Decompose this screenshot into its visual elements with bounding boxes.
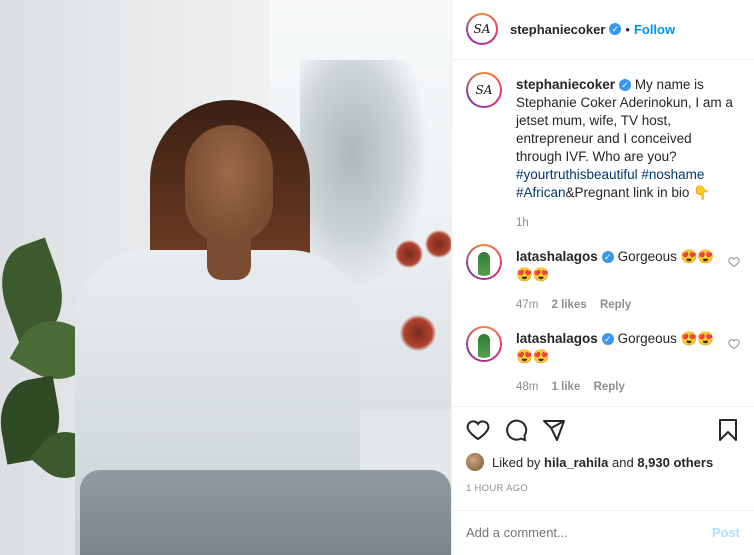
comment-row: latashalagos ✓ Gorgeous 😍😍😍😍 48m 1 like R… — [466, 325, 740, 396]
commenter-avatar[interactable] — [466, 243, 502, 280]
author-username[interactable]: stephaniecoker — [510, 22, 605, 37]
liker-avatar[interactable] — [466, 453, 484, 472]
instagram-post: SA stephaniecoker ✓ • Follow SA stephani… — [0, 0, 754, 555]
header-separator: • — [625, 21, 630, 37]
commenter-avatar[interactable] — [466, 325, 502, 362]
caption-meta: 1h — [516, 214, 740, 232]
comment-time[interactable]: 48m — [516, 381, 538, 393]
post-side-panel: SA stephaniecoker ✓ • Follow SA stephani… — [451, 0, 754, 555]
liked-by-count[interactable]: 8,930 others — [637, 455, 713, 470]
bookmark-icon[interactable] — [716, 418, 740, 442]
caption-avatar-initials: SA — [468, 73, 500, 106]
comment-meta: 48m 1 like Reply — [516, 378, 728, 396]
likes-summary: Liked by hila_rahila and 8,930 others — [466, 453, 740, 472]
post-timestamp[interactable]: 1 HOUR AGO — [466, 483, 740, 494]
comment-like-heart-icon[interactable] — [728, 338, 740, 350]
comment-body: latashalagos ✓ Gorgeous 😍😍😍😍 47m 2 likes … — [516, 248, 728, 314]
verified-icon: ✓ — [609, 23, 622, 36]
share-send-icon[interactable] — [542, 418, 566, 442]
flower — [425, 230, 451, 258]
verified-icon: ✓ — [619, 78, 632, 91]
comment-likes[interactable]: 2 likes — [552, 299, 587, 311]
comment-time[interactable]: 47m — [516, 299, 538, 311]
comment-row: latashalagos ✓ Gorgeous 😍😍😍😍 47m 2 likes … — [466, 243, 740, 314]
caption: SA stephaniecoker ✓ My name is Stephanie … — [466, 71, 740, 232]
author-avatar-initials: SA — [468, 15, 496, 44]
comment-meta: 47m 2 likes Reply — [516, 296, 728, 314]
post-header: SA stephaniecoker ✓ • Follow — [452, 0, 754, 60]
caption-body: stephaniecoker ✓ My name is Stephanie Cok… — [516, 76, 740, 232]
hashtag-link[interactable]: #noshame — [641, 167, 704, 182]
flower — [400, 315, 436, 351]
hashtag-link[interactable]: #yourtruthisbeautiful — [516, 167, 638, 182]
commenter-avatar-image — [468, 327, 500, 360]
reply-button[interactable]: Reply — [600, 299, 631, 311]
comment-body: latashalagos ✓ Gorgeous 😍😍😍😍 48m 1 like R… — [516, 330, 728, 396]
liked-by-user[interactable]: hila_rahila — [544, 455, 608, 470]
action-icons — [466, 417, 740, 443]
follow-button[interactable]: Follow — [634, 22, 675, 37]
like-heart-icon[interactable] — [466, 418, 490, 442]
verified-icon: ✓ — [601, 332, 614, 345]
add-comment-input[interactable] — [466, 525, 712, 541]
comment-username[interactable]: latashalagos — [516, 249, 598, 264]
caption-text-end: &Pregnant link in bio 👇 — [565, 184, 710, 200]
photo-jeans — [80, 470, 451, 555]
comment-username[interactable]: latashalagos — [516, 331, 598, 346]
post-comment-button[interactable]: Post — [712, 525, 740, 540]
verified-icon: ✓ — [601, 250, 614, 263]
add-comment-bar: Post — [452, 509, 754, 555]
comment-likes[interactable]: 1 like — [552, 381, 581, 393]
liked-by-prefix: Liked by — [492, 454, 541, 470]
commenter-avatar-image — [468, 245, 500, 278]
reply-button[interactable]: Reply — [594, 381, 625, 393]
hashtag-link[interactable]: #African — [516, 185, 566, 200]
comments-list: SA stephaniecoker ✓ My name is Stephanie … — [452, 60, 754, 406]
caption-avatar[interactable]: SA — [466, 71, 502, 108]
photo-face — [185, 125, 273, 243]
flower — [395, 240, 423, 268]
caption-username[interactable]: stephaniecoker — [516, 77, 615, 92]
author-avatar[interactable]: SA — [466, 13, 498, 46]
caption-time[interactable]: 1h — [516, 217, 529, 229]
comment-bubble-icon[interactable] — [504, 418, 528, 442]
post-actions: Liked by hila_rahila and 8,930 others 1 … — [452, 406, 754, 509]
liked-by-and: and — [611, 454, 634, 470]
comment-like-heart-icon[interactable] — [728, 256, 740, 268]
post-photo[interactable] — [0, 0, 451, 555]
